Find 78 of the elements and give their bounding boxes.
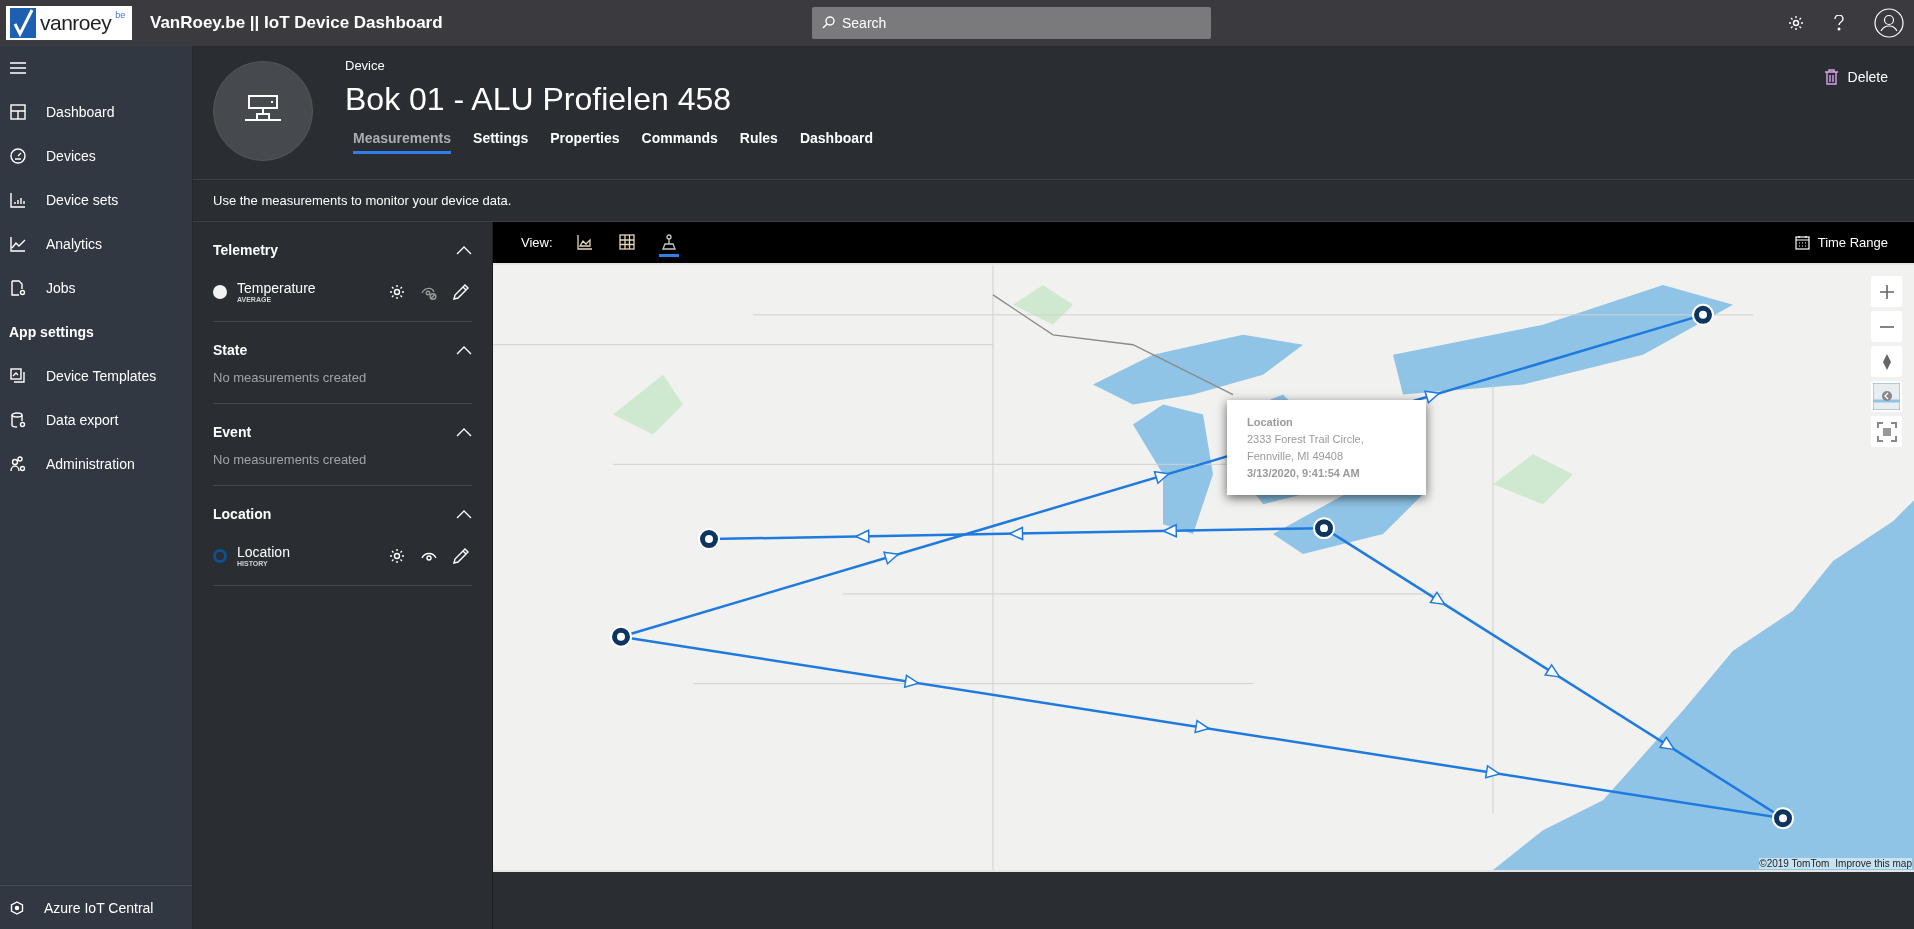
sidebar-item[interactable]: Data export [0,398,192,442]
database-gear-icon [10,412,26,428]
tab[interactable]: Commands [641,130,718,154]
trash-icon [1824,69,1838,85]
settings-button[interactable] [1788,15,1804,31]
section-title: Location [213,506,272,522]
search-field[interactable]: Search [812,7,1211,39]
edit-button[interactable] [453,547,469,564]
measurement-name: Location [237,544,291,560]
device-name: Bok 01 - ALU Profielen 458 [345,81,732,118]
users-gear-icon [10,456,26,472]
section-title: State [213,342,248,358]
grid-icon [618,234,635,250]
improve-map-link[interactable]: Improve this map [1835,858,1912,869]
hexagon-icon [10,900,24,915]
collapse-button[interactable] [456,427,472,437]
view-toggle[interactable] [658,234,679,257]
line-chart-icon [10,236,26,252]
dashboard-icon [10,104,26,120]
map-pin-icon [660,234,677,250]
area-chart-icon [576,234,593,250]
tab[interactable]: Settings [473,130,529,154]
tab[interactable]: Rules [739,130,778,154]
tooltip-address: 2333 Forest Trail Circle, [1247,433,1365,445]
logo-text: vanroey [40,11,112,35]
empty-message: No measurements created [213,369,368,385]
compass-icon [1882,353,1891,370]
product-link[interactable]: Azure IoT Central [0,885,192,929]
section-title: Event [213,424,252,440]
search-icon [822,16,835,29]
tab[interactable]: Properties [550,130,620,154]
bar-chart-icon [10,192,26,208]
empty-message: No measurements created [213,451,368,467]
minus-icon [1879,325,1894,328]
map-style-button[interactable] [1871,381,1902,412]
sidebar-item[interactable]: Administration [0,442,192,486]
sidebar-item[interactable]: Analytics [0,222,192,266]
app-title: VanRoey.be || IoT Device Dashboard [150,13,444,33]
calendar-icon [1794,235,1810,250]
fullscreen-icon [1876,421,1897,442]
time-range-button[interactable]: Time Range [1788,234,1894,251]
tooltip-address: Fennville, MI 49408 [1247,450,1344,462]
delete-button[interactable]: Delete [1818,68,1894,86]
sidebar-item[interactable]: Device sets [0,178,192,222]
edit-button[interactable] [453,283,469,300]
sidebar-item[interactable]: Jobs [0,266,192,310]
sidebar-item[interactable]: Devices [0,134,192,178]
measurement-name: Temperature [237,280,317,296]
sidebar-heading: App settings [8,323,95,342]
map-thumbnail-icon [1873,383,1900,410]
logo-suffix: be [115,10,126,20]
map-copyright: ©2019 TomTom [1759,858,1830,869]
collapse-button[interactable] [456,345,472,355]
templates-icon [10,368,26,384]
gauge-icon [10,148,26,164]
document-gear-icon [10,280,26,296]
collapse-button[interactable] [456,245,472,255]
view-label: View: [521,235,553,250]
zoom-in-button[interactable] [1871,276,1902,307]
zoom-out-button[interactable] [1871,311,1902,342]
fullscreen-button[interactable] [1871,416,1902,447]
compass-button[interactable] [1871,346,1902,377]
checkmark-icon [10,8,36,38]
account-button[interactable] [1874,8,1904,38]
tab[interactable]: Measurements [353,130,452,154]
sidebar-item[interactable]: Dashboard [0,90,192,134]
tab[interactable]: Dashboard [799,130,873,154]
tooltip-title: Location [1247,416,1294,428]
plus-icon [1879,284,1894,299]
help-button[interactable] [1834,15,1844,31]
device-caption: Device [345,58,386,73]
section-title: Telemetry [213,242,279,258]
sidebar-item[interactable]: Device Templates [0,354,192,398]
menu-icon [10,62,26,74]
collapse-button[interactable] [456,509,472,519]
settings-button[interactable] [389,283,405,300]
settings-button[interactable] [389,547,405,564]
tooltip-time: 3/13/2020, 9:41:54 AM [1247,467,1361,479]
